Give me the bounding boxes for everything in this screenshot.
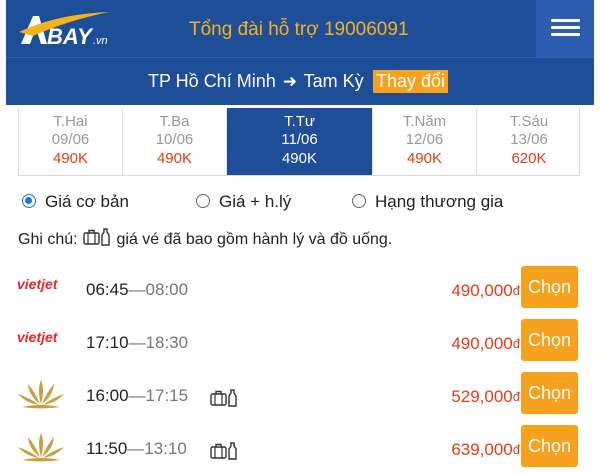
price-value: 529,000 xyxy=(451,387,513,406)
fare-option-business[interactable]: Hạng thương gia xyxy=(352,192,503,212)
flight-row[interactable]: 11:50—13:10 639,000đ Chọn xyxy=(14,425,584,473)
select-flight-button[interactable]: Chọn xyxy=(521,319,578,361)
fare-option-label: Hạng thương gia xyxy=(375,192,504,211)
arrival-time: 13:10 xyxy=(144,439,187,458)
select-flight-button[interactable]: Chọn xyxy=(521,425,578,467)
flight-times: 16:00—17:15 xyxy=(86,386,189,405)
hotline-text: Tổng đài hỗ trợ 19006091 xyxy=(189,19,409,40)
date-tab-10-06[interactable]: T.Ba 10/06 490K xyxy=(123,108,227,175)
note-text: giá vé đã bao gồm hành lý và đồ uống. xyxy=(116,231,393,248)
date-tab-price: 490K xyxy=(52,150,89,167)
note-line: Ghi chú: giá vé đã bao gồm hành lý và đồ… xyxy=(18,228,392,249)
vietnam-airlines-lotus-logo xyxy=(16,376,66,417)
flight-times: 11:50—13:10 xyxy=(86,439,187,458)
departure-time: 16:00 xyxy=(86,386,129,405)
route-text: TP Hồ Chí Minh ➜ Tam Kỳ xyxy=(148,71,364,92)
flight-price: 490,000đ xyxy=(451,334,520,354)
note-prefix: Ghi chú: xyxy=(18,231,78,248)
airline-logo-text: vietjet xyxy=(17,276,59,292)
date-selector: T.Hai 09/06 490K T.Ba 10/06 490K T.Tư 11/06 490K… xyxy=(18,108,580,176)
flight-row[interactable]: vietjet 06:45—08:00 490,000đ Chọn xyxy=(14,266,584,314)
fare-option-label: Giá cơ bản xyxy=(45,192,129,211)
departure-time: 06:45 xyxy=(86,280,129,299)
abay-logo[interactable]: BAY .vn xyxy=(17,8,117,49)
hamburger-menu-button[interactable] xyxy=(536,0,594,57)
fare-option-label: Giá + h.lý xyxy=(219,192,292,211)
radio-icon[interactable] xyxy=(352,194,366,208)
app-header: BAY .vn Tổng đài hỗ trợ 19006091 xyxy=(6,0,594,57)
vietjet-logo: vietjet xyxy=(16,274,64,301)
date-tab-09-06[interactable]: T.Hai 09/06 490K xyxy=(19,108,123,175)
fare-options: Giá cơ bản Giá + h.lý Hạng thương gia xyxy=(22,192,582,214)
flight-price: 490,000đ xyxy=(451,281,520,301)
date-tab-date: 12/06 xyxy=(405,131,444,148)
flight-price: 529,000đ xyxy=(451,387,520,407)
currency-symbol: đ xyxy=(512,336,520,351)
date-tab-11-06[interactable]: T.Tư 11/06 490K xyxy=(227,108,373,175)
arrow-right-icon: ➜ xyxy=(282,72,297,91)
baggage-drink-icon xyxy=(209,389,239,412)
date-tab-price: 490K xyxy=(281,150,318,167)
departure-time: 11:50 xyxy=(86,439,128,458)
date-tab-price: 490K xyxy=(406,150,443,167)
logo-text: BAY xyxy=(47,24,94,48)
vietnam-airlines-lotus-logo xyxy=(16,429,66,470)
date-tab-13-06[interactable]: T.Sáu 13/06 620K xyxy=(477,108,581,175)
date-tab-date: 13/06 xyxy=(510,131,548,148)
date-tab-date: 10/06 xyxy=(155,131,194,148)
currency-symbol: đ xyxy=(512,442,520,457)
currency-symbol: đ xyxy=(512,389,520,404)
arrival-time: 17:15 xyxy=(145,386,189,405)
fare-option-basic[interactable]: Giá cơ bản xyxy=(22,192,129,212)
baggage-drink-icon xyxy=(209,442,239,465)
logo-suffix: .vn xyxy=(93,35,108,47)
date-tab-day: T.Ba xyxy=(159,113,190,130)
route-bar: TP Hồ Chí Minh ➜ Tam Kỳ xyxy=(6,57,594,105)
price-value: 490,000 xyxy=(451,334,513,353)
price-value: 639,000 xyxy=(451,440,513,459)
menu-icon-bar xyxy=(551,19,580,22)
change-route-button[interactable]: Thay đổi xyxy=(373,70,449,93)
date-tab-price: 620K xyxy=(511,150,547,167)
menu-icon-bar xyxy=(551,33,580,36)
date-tab-price: 490K xyxy=(156,150,193,167)
airline-logo-text: vietjet xyxy=(17,329,59,345)
date-tab-date: 09/06 xyxy=(51,131,90,148)
departure-time: 17:10 xyxy=(86,333,129,352)
arrival-time: 08:00 xyxy=(145,280,189,299)
baggage-drink-icon xyxy=(83,228,110,246)
price-value: 490,000 xyxy=(451,281,513,300)
date-tab-day: T.Tư xyxy=(284,113,315,130)
flight-row[interactable]: 16:00—17:15 529,000đ Chọn xyxy=(14,372,584,420)
flight-times: 06:45—08:00 xyxy=(86,280,189,299)
select-flight-button[interactable]: Chọn xyxy=(521,372,578,414)
fare-option-with-baggage[interactable]: Giá + h.lý xyxy=(196,192,291,212)
flight-row[interactable]: vietjet 17:10—18:30 490,000đ Chọn xyxy=(14,319,584,367)
route-destination: Tam Kỳ xyxy=(303,71,364,91)
radio-icon[interactable] xyxy=(196,194,210,208)
arrival-time: 18:30 xyxy=(145,333,189,352)
flight-times: 17:10—18:30 xyxy=(86,333,189,352)
menu-icon-bar xyxy=(551,26,580,29)
select-flight-button[interactable]: Chọn xyxy=(521,266,578,308)
date-tab-date: 11/06 xyxy=(281,131,318,148)
vietjet-logo: vietjet xyxy=(16,327,64,354)
date-tab-day: T.Hai xyxy=(53,113,88,130)
route-origin: TP Hồ Chí Minh xyxy=(148,71,276,91)
currency-symbol: đ xyxy=(512,283,520,298)
flight-price: 639,000đ xyxy=(451,440,520,460)
date-tab-12-06[interactable]: T.Năm 12/06 490K xyxy=(373,108,477,175)
radio-selected-icon[interactable] xyxy=(22,194,36,208)
date-tab-day: T.Năm xyxy=(402,113,447,130)
date-tab-day: T.Sáu xyxy=(509,113,549,130)
